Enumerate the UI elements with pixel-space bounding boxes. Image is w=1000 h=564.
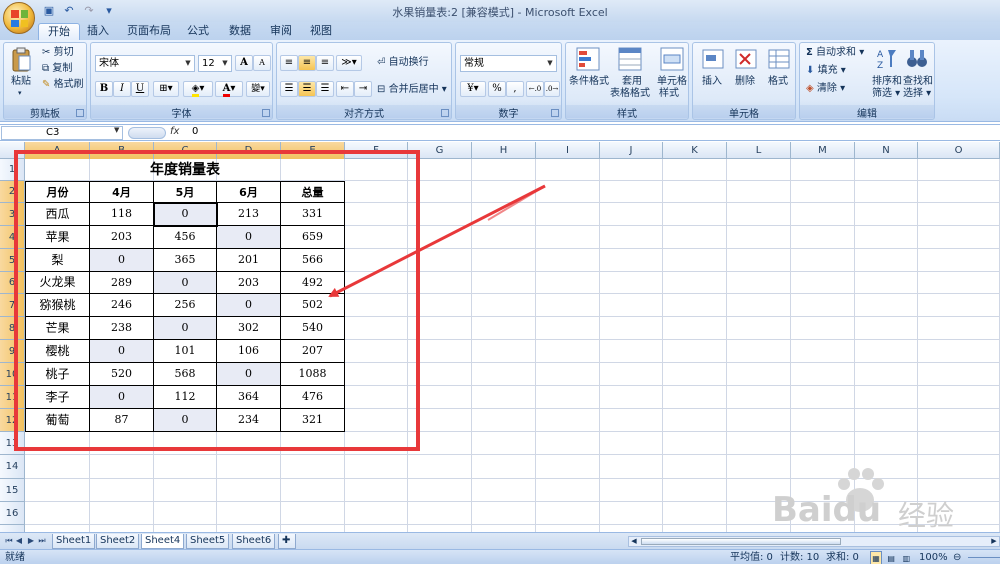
sheet-tab-sheet4[interactable]: Sheet4 bbox=[141, 534, 185, 549]
annotation-arrow bbox=[328, 184, 546, 298]
first-sheet-icon[interactable]: ⏮ bbox=[4, 535, 14, 547]
page-layout-view-icon[interactable]: ▤ bbox=[885, 552, 897, 564]
status-ready: 就绪 bbox=[5, 552, 25, 563]
horizontal-scrollbar[interactable]: ◀ ▶ bbox=[628, 536, 1000, 547]
last-sheet-icon[interactable]: ⏭ bbox=[37, 535, 47, 547]
scroll-right-icon[interactable]: ▶ bbox=[989, 537, 999, 546]
office-logo-icon bbox=[11, 10, 28, 27]
scroll-thumb[interactable] bbox=[641, 538, 841, 545]
status-sum: 求和: 0 bbox=[826, 552, 859, 563]
insert-sheet-button[interactable]: ✚ bbox=[278, 534, 296, 549]
normal-view-icon[interactable]: ▦ bbox=[870, 551, 882, 564]
new-sheet-icon: ✚ bbox=[282, 535, 291, 546]
scroll-left-icon[interactable]: ◀ bbox=[629, 537, 639, 546]
sheet-tabs-bar: ⏮ ◀ ▶ ⏭ Sheet1 Sheet2 Sheet4 Sheet5 Shee… bbox=[0, 532, 1000, 549]
status-count: 计数: 10 bbox=[780, 552, 820, 563]
sheet-tab-sheet1[interactable]: Sheet1 bbox=[52, 534, 96, 549]
sheet-tab-sheet6[interactable]: Sheet6 bbox=[232, 534, 276, 549]
sheet-tab-sheet5[interactable]: Sheet5 bbox=[186, 534, 230, 549]
view-buttons: ▦ ▤ ▥ bbox=[870, 551, 912, 564]
page-break-view-icon[interactable]: ▥ bbox=[900, 552, 912, 564]
prev-sheet-icon[interactable]: ◀ bbox=[14, 535, 24, 547]
sheet-tab-sheet2[interactable]: Sheet2 bbox=[96, 534, 140, 549]
office-button[interactable] bbox=[3, 2, 35, 34]
next-sheet-icon[interactable]: ▶ bbox=[26, 535, 36, 547]
excel-window: ▣ ↶ ↷ ▾ 水果销量表:2 [兼容模式] - Microsoft Excel… bbox=[0, 0, 1000, 564]
zoom-out-icon[interactable]: ⊖ bbox=[953, 551, 961, 564]
status-bar: 就绪 平均值: 0 计数: 10 求和: 0 ▦ ▤ ▥ 100% ⊖ bbox=[0, 549, 1000, 564]
zoom-level[interactable]: 100% bbox=[919, 551, 948, 564]
status-average: 平均值: 0 bbox=[730, 552, 773, 563]
zoom-slider[interactable] bbox=[968, 557, 1000, 558]
